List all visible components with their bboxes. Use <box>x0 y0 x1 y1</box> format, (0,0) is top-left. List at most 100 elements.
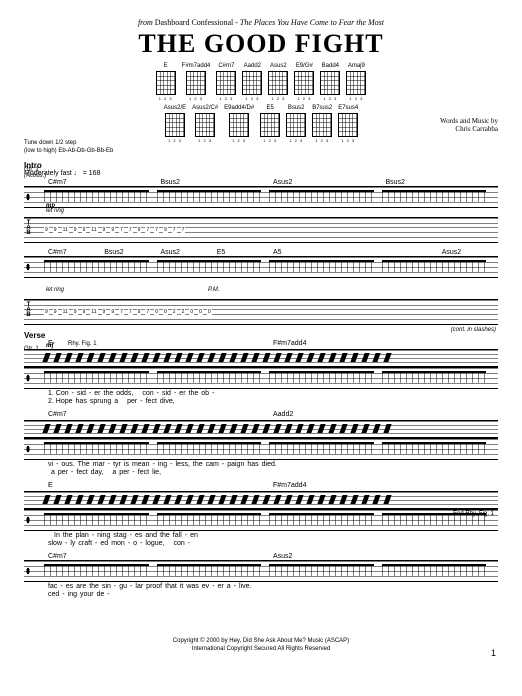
lyric-line: slow-lycraft-edmon-o-logue,con- <box>24 540 498 547</box>
lyric-syllable: - <box>174 390 176 397</box>
chord-symbol: F#m7add4 <box>273 340 386 347</box>
chord-diagram: E7sus41 2 3 <box>338 105 358 143</box>
lyric-syllable: logue, <box>145 540 164 547</box>
lyric-syllable: fect <box>146 398 157 405</box>
fretboard-grid <box>338 113 358 137</box>
lyric-syllable: dive, <box>160 398 175 405</box>
verse-system-4: C#m7Asus2 fac-esarethesin-gu-larprooftha… <box>24 553 498 598</box>
fret-number: 9 <box>102 227 107 233</box>
fret-number: 11 <box>62 309 69 315</box>
lyric-syllable: cam <box>206 461 219 468</box>
rhythm-slash <box>240 424 248 433</box>
tempo-marking: Moderately fast ♩ = 168 <box>24 170 498 177</box>
lyric-syllable: has <box>76 398 87 405</box>
rhythm-slash <box>141 353 149 362</box>
lyric-syllable: sid <box>77 390 86 397</box>
chord-symbol: C#m7 <box>48 249 104 256</box>
lyric-syllable: per <box>127 398 137 405</box>
lyric-syllable: it <box>180 583 184 590</box>
vocal-staff <box>24 367 498 389</box>
rhythm-slash <box>86 353 94 362</box>
lyric-syllable: lie, <box>152 469 161 476</box>
cont-in-slashes: (cont. in slashes) <box>451 327 496 333</box>
lyric-syllable: tyr <box>113 461 121 468</box>
rhythm-slash <box>42 495 50 504</box>
rhythm-slash <box>229 495 237 504</box>
let-ring: let ring <box>46 208 498 214</box>
lyric-syllable: - <box>234 583 236 590</box>
rhythm-slash <box>295 353 303 362</box>
rhythm-slash <box>229 353 237 362</box>
copyright-line2: International Copyright Secured All Righ… <box>192 646 330 652</box>
intro-system-1: Gtr. 1(Acous.) C#m7Bsus2Asus2Bsus2 mp le… <box>24 179 498 243</box>
rhythm-slash <box>86 495 94 504</box>
chord-diagram-row-1: E1 2 3F#m7add41 2 3C#m71 2 3Aadd21 2 3As… <box>24 63 498 101</box>
notation-staff <box>24 256 498 278</box>
fret-number: 11 <box>90 309 97 315</box>
lyric-syllable: mon <box>111 540 125 547</box>
chord-diagram: E5 1 2 3 <box>260 105 280 143</box>
copyright-line1: Copyright © 2000 by Hey, Did She Ask Abo… <box>173 638 349 644</box>
chord-name: E5 <box>267 105 274 112</box>
rhythm-slash <box>361 495 369 504</box>
lyric-syllable: ob <box>201 390 209 397</box>
lyric-syllable: mean <box>132 461 150 468</box>
chord-symbol: Bsus2 <box>104 249 160 256</box>
lyric-syllable: - <box>132 469 134 476</box>
fretboard-grid <box>156 71 176 95</box>
lyric-syllable: - <box>65 540 67 547</box>
rhythm-slash <box>218 424 226 433</box>
chord-diagram: C#m71 2 3 <box>216 63 236 101</box>
chord-symbol: E <box>48 340 161 347</box>
lyric-syllable: de <box>97 591 105 598</box>
fingering: 1 2 3 <box>159 96 173 101</box>
fingering: 1 2 3 <box>232 138 246 143</box>
verse-system-1: EF#m7add4 Gtr. 1 mf Rhy. Fig. 1 1. Con-s… <box>24 340 498 405</box>
chord-symbol <box>161 411 274 418</box>
fingering: 1 2 3 <box>271 96 285 101</box>
fretboard-grid <box>312 113 332 137</box>
chord-symbol: Bsus2 <box>386 179 499 186</box>
fret-number: 7 <box>181 227 186 233</box>
lyric-syllable: live. <box>239 583 251 590</box>
rhythm-slash <box>207 424 215 433</box>
lyric-syllable: the <box>193 461 203 468</box>
chord-symbol <box>386 482 499 489</box>
chord-symbol <box>386 553 499 560</box>
chord-symbol <box>161 482 274 489</box>
lyric-syllable: fect <box>138 469 149 476</box>
rhy-fig-label: Rhy. Fig. 1 <box>68 341 97 347</box>
lyric-syllable: - <box>128 540 130 547</box>
rhythm-slash <box>372 424 380 433</box>
lyric-syllable: - <box>152 461 154 468</box>
chord-symbol: C#m7 <box>48 553 161 560</box>
fingering: 1 2 3 <box>189 96 203 101</box>
credits-line2: Chris Carrabba <box>455 125 498 133</box>
rhythm-slash <box>108 424 116 433</box>
chord-name: Aadd2 <box>244 63 261 70</box>
rhythm-slash <box>383 495 391 504</box>
lyric-syllable: is <box>124 461 129 468</box>
chord-symbol <box>161 340 274 347</box>
fingering: 1 2 3 <box>263 138 277 143</box>
fret-number: 7 <box>119 227 124 233</box>
chord-symbol: Asus2 <box>273 553 386 560</box>
lyric-syllable: ev <box>202 583 209 590</box>
rhythm-slash <box>152 353 160 362</box>
fretboard-grid <box>294 71 314 95</box>
fret-number: 2 <box>181 309 186 315</box>
chord-name: E <box>164 63 168 70</box>
rhythm-slash <box>130 424 138 433</box>
rhythm-slashes: End Rhy. Fig. 1 <box>24 491 498 509</box>
fret-number: 2 <box>172 309 177 315</box>
rhythm-slash <box>306 353 314 362</box>
lyric-syllable: sid <box>162 390 171 397</box>
chord-name: Asus2/E <box>164 105 186 112</box>
rhythm-slash <box>361 424 369 433</box>
chord-name: Asus2/C# <box>192 105 218 112</box>
fingering: 1 2 3 <box>323 96 337 101</box>
chord-symbol: Asus2 <box>273 179 386 186</box>
chord-diagram: Asus2/C#1 2 3 <box>192 105 218 143</box>
lyric-syllable: are <box>76 583 86 590</box>
lyric-syllable: - <box>60 583 62 590</box>
